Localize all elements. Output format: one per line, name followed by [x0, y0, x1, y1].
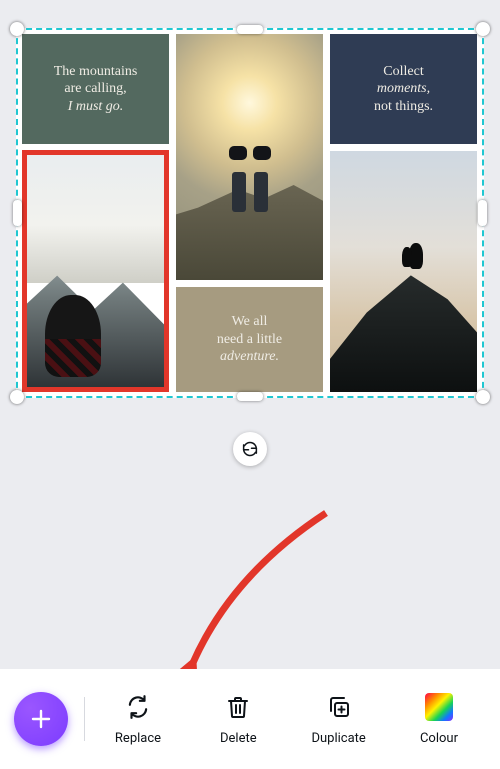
trash-icon — [224, 693, 252, 721]
colour-swatch-icon — [425, 693, 453, 721]
photo-sky — [27, 155, 164, 283]
resize-handle-top[interactable] — [237, 25, 263, 34]
replace-label: Replace — [115, 731, 161, 746]
duplicate-button[interactable]: Duplicate — [300, 693, 378, 746]
duplicate-label: Duplicate — [311, 731, 365, 746]
text-line: are calling, — [64, 80, 126, 98]
cell-sunrise-photo[interactable] — [176, 34, 323, 280]
replace-icon — [124, 693, 152, 721]
photo-person — [45, 295, 101, 377]
text-line: The mountains — [54, 63, 138, 81]
resize-handle-tl[interactable] — [10, 22, 24, 36]
photo-couple — [409, 243, 423, 269]
delete-label: Delete — [220, 731, 257, 746]
text-line: need a little — [217, 331, 282, 349]
resize-handle-br[interactable] — [476, 390, 490, 404]
cell-adventure-text[interactable]: We all need a little adventure. — [176, 287, 323, 392]
plus-icon — [29, 707, 53, 731]
duplicate-icon — [325, 693, 353, 721]
text-line: I must go. — [68, 98, 124, 116]
cell-silhouette-photo[interactable] — [330, 151, 477, 392]
toolbar-divider — [84, 697, 85, 741]
cell-mountains-text[interactable]: The mountains are calling, I must go. — [22, 34, 169, 144]
replace-button[interactable]: Replace — [99, 693, 177, 746]
text-line: We all — [232, 313, 268, 331]
resize-handle-bottom[interactable] — [237, 392, 263, 401]
resize-handle-tr[interactable] — [476, 22, 490, 36]
photo-boots — [228, 146, 272, 162]
text-line: not things. — [374, 98, 433, 116]
design-canvas[interactable]: The mountains are calling, I must go. We… — [16, 28, 484, 398]
text-line: moments, — [377, 80, 430, 98]
cell-collect-text[interactable]: Collect moments, not things. — [330, 34, 477, 144]
annotation-arrow — [176, 505, 336, 680]
cell-selected-photo[interactable] — [22, 150, 169, 392]
rotate-icon — [241, 440, 259, 458]
resize-handle-right[interactable] — [478, 200, 487, 226]
photo-legs — [228, 172, 272, 224]
text-line: Collect — [383, 63, 423, 81]
colour-button[interactable]: Colour — [400, 693, 478, 746]
text-line: adventure. — [220, 348, 279, 366]
add-button[interactable] — [14, 692, 68, 746]
rotate-handle[interactable] — [233, 432, 267, 466]
resize-handle-bl[interactable] — [10, 390, 24, 404]
bottom-toolbar: Replace Delete Duplicate — [0, 669, 500, 769]
delete-button[interactable]: Delete — [199, 693, 277, 746]
colour-label: Colour — [420, 731, 458, 746]
resize-handle-left[interactable] — [13, 200, 22, 226]
